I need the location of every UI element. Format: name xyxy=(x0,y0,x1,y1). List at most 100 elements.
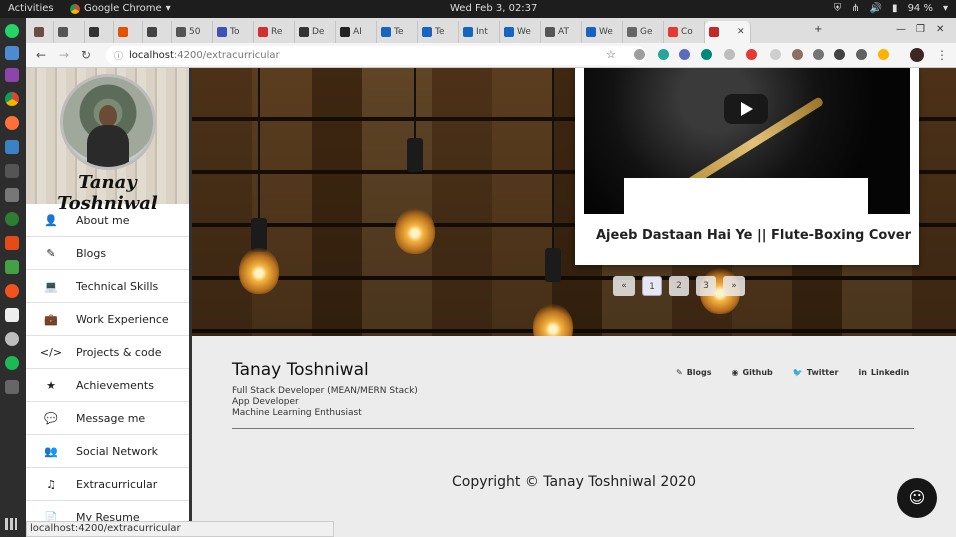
footer-link-linkedin[interactable]: in Linkedin xyxy=(858,368,909,377)
close-tab-icon[interactable]: ✕ xyxy=(737,27,745,37)
pager-page-button[interactable]: 2 xyxy=(669,276,689,296)
extension-icon[interactable] xyxy=(679,49,690,60)
browser-tab[interactable]: We xyxy=(582,21,623,43)
footer-link-label: Twitter xyxy=(806,368,839,377)
extension-icon[interactable] xyxy=(813,49,824,60)
browser-tab[interactable]: ✕ xyxy=(705,21,751,43)
sidebar-item-about-me[interactable]: 👤 About me xyxy=(26,204,189,237)
app-icon[interactable] xyxy=(5,236,19,250)
battery-level: 94 % xyxy=(907,3,933,14)
profile-avatar[interactable] xyxy=(910,48,924,62)
browser-tab[interactable] xyxy=(143,21,172,43)
whatsapp-icon[interactable] xyxy=(5,24,19,38)
tab-label: Int xyxy=(476,27,488,37)
more-menu-icon[interactable]: ⋮ xyxy=(936,48,948,62)
browser-tab[interactable]: AI xyxy=(336,21,377,43)
footer-link-github[interactable]: ◉ Github xyxy=(732,368,773,377)
extension-icon[interactable] xyxy=(746,49,757,60)
show-apps-icon[interactable] xyxy=(5,518,17,530)
app-icon[interactable] xyxy=(5,188,19,202)
chat-button[interactable]: ☺ xyxy=(897,478,937,518)
pager-page-button[interactable]: 3 xyxy=(696,276,716,296)
app-icon[interactable] xyxy=(5,140,19,154)
close-window-icon[interactable]: ✕ xyxy=(936,24,944,35)
pager-page-button[interactable]: 1 xyxy=(642,276,662,296)
sidebar-item-social-network[interactable]: 👥 Social Network xyxy=(26,435,189,468)
sidebar-item-technical-skills[interactable]: 💻 Technical Skills xyxy=(26,270,189,303)
extension-icon[interactable] xyxy=(770,49,781,60)
favicon-icon xyxy=(299,27,309,37)
app-menu[interactable]: Google Chrome ▾ xyxy=(70,3,171,14)
footer-link-twitter[interactable]: 🐦 Twitter xyxy=(793,368,839,377)
new-tab-button[interactable]: + xyxy=(814,24,822,35)
extension-icon[interactable] xyxy=(792,49,803,60)
app-name: Google Chrome xyxy=(84,3,162,14)
browser-tab[interactable]: Re xyxy=(254,21,295,43)
browser-tab[interactable] xyxy=(30,21,54,43)
app-icon[interactable] xyxy=(5,308,19,322)
sidebar-item-extracurricular[interactable]: ♫ Extracurricular xyxy=(26,468,189,501)
extension-icon[interactable] xyxy=(701,49,712,60)
sidebar-item-projects-code[interactable]: </> Projects & code xyxy=(26,336,189,369)
activities-button[interactable]: Activities xyxy=(8,3,54,14)
extension-icon[interactable] xyxy=(634,49,645,60)
app-icon[interactable] xyxy=(5,212,19,226)
video-player[interactable] xyxy=(584,68,910,214)
play-icon[interactable] xyxy=(724,94,768,124)
video-card: Ajeeb Dastaan Hai Ye || Flute-Boxing Cov… xyxy=(575,68,919,265)
app-icon[interactable] xyxy=(5,332,19,346)
favicon-icon xyxy=(89,27,99,37)
extension-icon[interactable] xyxy=(878,49,889,60)
app-icon[interactable] xyxy=(5,164,19,178)
reload-icon[interactable]: ↻ xyxy=(81,48,91,62)
system-tray[interactable]: ⛨ ⋔ 🔊 ▮ 94 % ▾ xyxy=(834,3,948,14)
app-icon[interactable] xyxy=(5,284,19,298)
spotify-icon[interactable] xyxy=(5,356,19,370)
browser-tab[interactable]: 50 xyxy=(172,21,213,43)
browser-tab[interactable]: To xyxy=(213,21,254,43)
favicon-icon xyxy=(545,27,555,37)
sidebar-item-achievements[interactable]: ★ Achievements xyxy=(26,369,189,402)
clock[interactable]: Wed Feb 3, 02:37 xyxy=(450,3,537,14)
forward-icon[interactable]: → xyxy=(59,48,69,62)
favicon-icon xyxy=(668,27,678,37)
minimize-icon[interactable]: — xyxy=(896,24,906,35)
browser-tab[interactable]: AT xyxy=(541,21,582,43)
browser-tab[interactable]: Te xyxy=(418,21,459,43)
browser-tab[interactable]: Ge xyxy=(623,21,664,43)
favicon-icon xyxy=(258,27,268,37)
favicon-icon xyxy=(381,27,391,37)
browser-tab[interactable]: Int xyxy=(459,21,500,43)
back-icon[interactable]: ← xyxy=(36,48,46,62)
chrome-icon xyxy=(70,3,80,14)
browser-tab[interactable]: De xyxy=(295,21,336,43)
vscode-icon[interactable] xyxy=(5,46,19,60)
pager-prev-button[interactable]: « xyxy=(613,276,635,296)
firefox-icon[interactable] xyxy=(5,116,19,130)
browser-tab[interactable] xyxy=(114,21,143,43)
chrome-icon[interactable] xyxy=(5,92,19,106)
extension-icon[interactable] xyxy=(834,49,845,60)
browser-tab[interactable]: We xyxy=(500,21,541,43)
sidebar-item-message-me[interactable]: 💬 Message me xyxy=(26,402,189,435)
sidebar-item-blogs[interactable]: ✎ Blogs xyxy=(26,237,189,270)
sidebar-item-work-experience[interactable]: 💼 Work Experience xyxy=(26,303,189,336)
browser-tab[interactable]: Te xyxy=(377,21,418,43)
app-icon[interactable] xyxy=(5,68,19,82)
browser-tab[interactable] xyxy=(54,21,85,43)
bookmark-star-icon[interactable]: ☆ xyxy=(606,48,616,61)
browser-tab[interactable]: Co xyxy=(664,21,705,43)
url-field[interactable]: ⓘ localhost:4200/extracurricular xyxy=(106,46,646,65)
app-icon[interactable] xyxy=(5,380,19,394)
restore-icon[interactable]: ❐ xyxy=(916,24,925,35)
extension-icon[interactable] xyxy=(724,49,735,60)
extension-icon[interactable] xyxy=(658,49,669,60)
extension-icon[interactable] xyxy=(856,49,867,60)
favicon-icon xyxy=(118,27,128,37)
pager-next-button[interactable]: » xyxy=(723,276,745,296)
url-path: :4200/extracurricular xyxy=(173,50,280,61)
app-icon[interactable] xyxy=(5,260,19,274)
browser-tab[interactable] xyxy=(85,21,114,43)
favicon-icon xyxy=(217,27,227,37)
footer-link-blogs[interactable]: ✎ Blogs xyxy=(676,368,712,377)
